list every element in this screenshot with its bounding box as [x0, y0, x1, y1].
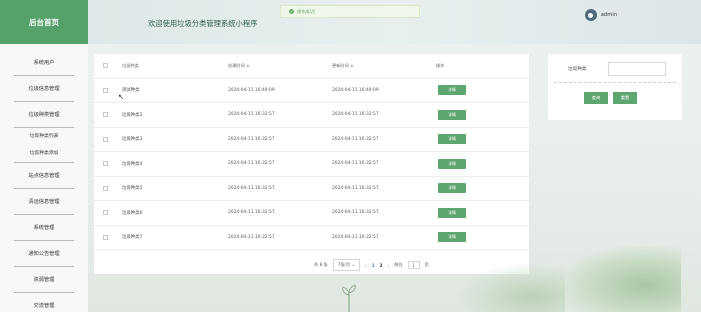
cell-created: 2024-04-11 16:32:57: [228, 136, 275, 142]
home-logo[interactable]: 后台首页: [0, 0, 88, 44]
search-label: 垃圾种类: [568, 67, 587, 72]
username: admin: [600, 12, 617, 18]
cell-name: 垃圾种类2: [122, 112, 143, 118]
sidebar-item[interactable]: 清运信息管理: [14, 189, 74, 215]
cell-updated: 2024-04-11 16:32:57: [332, 161, 379, 167]
mouse-cursor-icon: ↖: [118, 93, 124, 101]
detail-button[interactable]: 详情: [438, 109, 466, 120]
cell-created: 2024-04-11 16:32:57: [228, 112, 275, 118]
cell-updated: 2024-04-11 16:32:57: [332, 185, 379, 191]
background-decoration: [455, 262, 565, 312]
sidebar: 后台首页 系统用户 垃圾信息管理 垃圾种类管理 垃圾种类列表 垃圾种类添加 站点信息管理清…: [0, 0, 88, 312]
cell-created: 2024-04-11 16:32:57: [228, 210, 275, 216]
row-checkbox[interactable]: [103, 210, 108, 216]
cell-name: 垃圾种类7: [122, 235, 143, 241]
sidebar-item[interactable]: 垃圾信息管理: [14, 76, 74, 102]
goto-label: 前往: [394, 262, 403, 267]
column-header-created[interactable]: 创建时间 ≑: [228, 63, 250, 69]
column-header-action: 操作: [436, 62, 445, 68]
sidebar-item[interactable]: 系统用户: [14, 50, 74, 76]
check-icon: ✓: [289, 9, 294, 14]
select-all-checkbox[interactable]: [103, 63, 108, 69]
sidebar-item[interactable]: 站点信息管理: [14, 163, 74, 189]
cell-name: 垃圾种类6: [122, 210, 143, 216]
cell-name: 垃圾种类5: [122, 186, 143, 192]
table-header: 垃圾种类 创建时间 ≑ 更新时间 ≑ 操作: [94, 54, 529, 79]
page-2-button[interactable]: 2: [380, 263, 383, 268]
query-button[interactable]: 查询: [584, 92, 608, 104]
row-checkbox[interactable]: [103, 185, 108, 191]
cell-updated: 2024-04-11 16:49:09: [332, 87, 379, 93]
column-header-updated[interactable]: 更新时间 ≑: [332, 63, 354, 69]
detail-button[interactable]: 详情: [438, 232, 466, 243]
table-row: 垃圾种类2 2024-04-11 16:32:57 2024-04-11 16:32…: [94, 103, 529, 128]
sidebar-item[interactable]: 垃圾种类列表: [0, 128, 88, 143]
cell-updated: 2024-04-11 16:32:57: [332, 234, 379, 240]
cell-updated: 2024-04-11 16:32:57: [332, 136, 379, 142]
sidebar-menu: 系统用户 垃圾信息管理 垃圾种类管理 垃圾种类列表 垃圾种类添加 站点信息管理 清运信息管理…: [0, 44, 88, 312]
data-table: 垃圾种类 创建时间 ≑ 更新时间 ≑ 操作 测试种类 2024-04-11 16:…: [94, 54, 529, 274]
pagination-total: 共 8 条: [314, 262, 328, 267]
table-row: 垃圾种类6 2024-04-11 16:32:57 2024-04-11 16:32…: [94, 201, 529, 226]
row-checkbox[interactable]: [103, 161, 108, 167]
next-page-button[interactable]: ›: [388, 263, 390, 268]
table-row: 垃圾种类7 2024-04-11 16:32:57 2024-04-11 16:32…: [94, 226, 529, 250]
page-size-select[interactable]: 7条/页 ⌄: [332, 259, 360, 271]
user-menu[interactable]: admin: [584, 9, 617, 21]
welcome-title: 欢迎使用垃圾分类管理系统小程序: [148, 19, 258, 28]
detail-button[interactable]: 详情: [438, 134, 466, 145]
search-panel: 垃圾种类 查询 重置: [548, 54, 682, 120]
sidebar-item[interactable]: 资源管理: [14, 267, 74, 293]
goto-page-input[interactable]: 1: [407, 261, 420, 269]
cell-created: 2024-04-11 16:32:57: [228, 185, 275, 191]
column-header-name: 垃圾种类: [122, 62, 139, 68]
row-checkbox[interactable]: [103, 136, 108, 142]
search-input[interactable]: [608, 62, 666, 76]
table-row: 测试种类 2024-04-11 16:49:09 2024-04-11 16:49:…: [94, 79, 529, 103]
cell-name: 垃圾种类3: [122, 137, 143, 143]
pagination: 共 8 条 7条/页 ⌄ ‹ 1 2 › 前往 1 页: [314, 259, 429, 271]
avatar-icon: [584, 9, 597, 21]
toast-message: 操作成功!: [297, 8, 316, 14]
table-row: 垃圾种类3 2024-04-11 16:32:57 2024-04-11 16:32…: [94, 128, 529, 152]
row-checkbox[interactable]: [103, 234, 108, 240]
sidebar-item[interactable]: 通知公告管理: [14, 241, 74, 267]
sidebar-item[interactable]: 垃圾种类管理: [14, 102, 74, 128]
table-row: 垃圾种类4 2024-04-11 16:32:57 2024-04-11 16:32…: [94, 152, 529, 177]
page-1-button[interactable]: 1: [372, 263, 375, 268]
detail-button[interactable]: 详情: [438, 85, 466, 96]
cell-created: 2024-04-11 16:32:57: [228, 234, 275, 240]
top-bar: 欢迎使用垃圾分类管理系统小程序 ✓ 操作成功! admin: [88, 0, 701, 44]
cell-created: 2024-04-11 16:32:57: [228, 161, 275, 167]
table-row: 垃圾种类5 2024-04-11 16:32:57 2024-04-11 16:32…: [94, 177, 529, 201]
row-checkbox[interactable]: [103, 87, 108, 93]
detail-button[interactable]: 详情: [438, 183, 466, 194]
sprout-icon: [342, 284, 356, 312]
prev-page-button[interactable]: ‹: [365, 263, 367, 268]
sidebar-item[interactable]: 垃圾种类添加: [14, 143, 74, 163]
cell-updated: 2024-04-11 16:32:57: [332, 210, 379, 216]
detail-button[interactable]: 详情: [438, 158, 466, 169]
sidebar-item[interactable]: 系统管理: [14, 215, 74, 241]
reset-button[interactable]: 重置: [613, 92, 637, 104]
page-unit-label: 页: [424, 262, 429, 267]
cell-name: 测试种类: [122, 88, 140, 94]
success-toast: ✓ 操作成功!: [280, 5, 420, 18]
cell-updated: 2024-04-11 16:32:57: [332, 112, 379, 118]
cell-created: 2024-04-11 16:49:09: [228, 87, 275, 93]
divider: [554, 82, 676, 83]
cell-name: 垃圾种类4: [122, 161, 143, 167]
row-checkbox[interactable]: [103, 112, 108, 118]
detail-button[interactable]: 详情: [438, 207, 466, 218]
sidebar-item[interactable]: 交流管理: [14, 293, 74, 312]
background-decoration: [560, 246, 681, 312]
